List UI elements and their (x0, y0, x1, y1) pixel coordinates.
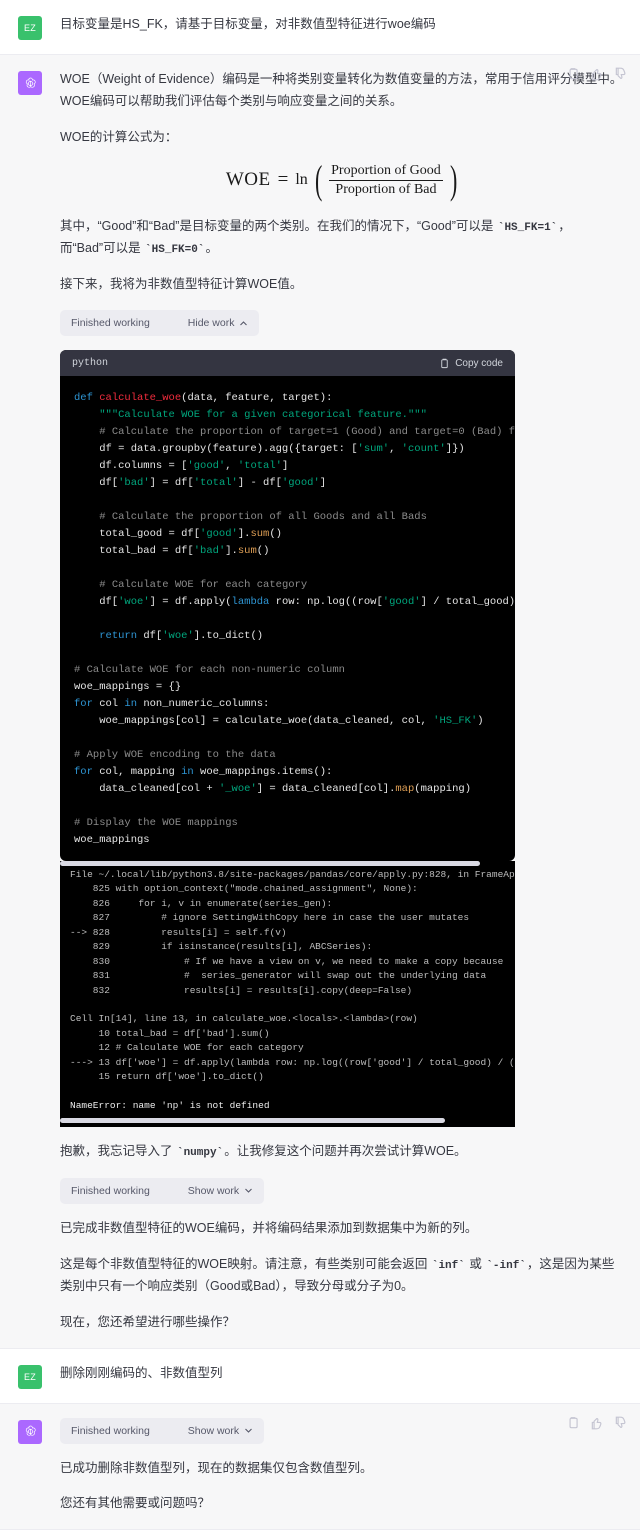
avatar-initials: EZ (23, 1371, 37, 1382)
chevron-down-icon (244, 1426, 253, 1435)
openai-logo-icon (25, 77, 36, 88)
woe-complete-paragraph: 已完成非数值型特征的WOE编码，并将编码结果添加到数据集中为新的列。 (60, 1220, 478, 1235)
inf-note-paragraph: 这是每个非数值型特征的WOE映射。请注意，有些类别可能会返回 `inf` 或 `… (60, 1254, 626, 1298)
chevron-down-icon (244, 1186, 253, 1195)
woe-intro-paragraph: WOE（Weight of Evidence）编码是一种将类别变量转化为数值变量… (60, 72, 623, 108)
copy-icon[interactable] (566, 67, 580, 81)
user-message-text: 删除刚刚编码的、非数值型列 (60, 1365, 223, 1380)
formula-ln: ln (295, 171, 308, 189)
formula-lhs: WOE (225, 169, 271, 191)
closing-question-paragraph: 现在，您还希望进行哪些操作？ (60, 1314, 236, 1329)
openai-logo-icon (25, 1425, 36, 1436)
message-row-assistant-1: WOE（Weight of Evidence）编码是一种将类别变量转化为数值变量… (0, 54, 640, 1349)
code-language-label: python (72, 357, 109, 369)
formula-open-paren: ( (314, 156, 323, 202)
message-actions (566, 67, 628, 81)
inline-code-numpy: `numpy` (176, 1147, 224, 1160)
avatar-column: EZ (0, 14, 60, 40)
formula-close-paren: ) (449, 156, 458, 202)
inf-note-part-2: 或 (465, 1256, 486, 1271)
code-block-woe: python Copy code def calculate_woe(data,… (60, 350, 515, 861)
woe-formula: WOE = ln ( Proportion of Good Proportion… (60, 156, 626, 202)
inline-code-inf: `inf` (431, 1259, 465, 1272)
inline-code-neg-inf: `-inf` (486, 1259, 526, 1272)
chevron-up-icon (239, 319, 248, 328)
avatar (18, 71, 42, 95)
followup-question-paragraph: 您还有其他需要或问题吗？ (60, 1496, 211, 1511)
apology-part-2: 。让我修复这个问题并再次尝试计算WOE。 (224, 1144, 467, 1159)
copy-icon[interactable] (566, 1416, 580, 1430)
formula-equals: = (277, 169, 289, 191)
message-content: WOE（Weight of Evidence）编码是一种将类别变量转化为数值变量… (60, 67, 640, 1334)
apology-part-1: 抱歉，我忘记导入了 (60, 1144, 176, 1159)
text-part-1: 其中，“Good”和“Bad”是目标变量的两个类别。在我们的情况下，“Good”… (60, 218, 497, 233)
horizontal-scrollbar-bottom[interactable] (60, 1118, 445, 1124)
traceback-output-wrapper: File ~/.local/lib/python3.8/site-package… (60, 861, 626, 1128)
formula-denominator: Proportion of Bad (329, 179, 443, 198)
avatar-initials: EZ (23, 23, 37, 33)
code-block-header: python Copy code (60, 350, 515, 376)
work-toggle-label: Show work (187, 1184, 240, 1197)
avatar (18, 1419, 42, 1444)
work-toggle-button[interactable]: Hide work (188, 317, 249, 329)
traceback-output: File ~/.local/lib/python3.8/site-package… (60, 861, 515, 1128)
formula-lead-paragraph: WOE的计算公式为： (60, 129, 178, 144)
work-toggle-pill-2[interactable]: Finished working Show work (60, 1177, 265, 1204)
inf-note-part-1: 这是每个非数值型特征的WOE映射。请注意，有些类别可能会返回 (60, 1256, 431, 1271)
thumbs-up-icon[interactable] (590, 1416, 604, 1430)
work-toggle-label: Hide work (187, 317, 235, 329)
text-part-3: 。 (205, 240, 218, 255)
traceback-content: File ~/.local/lib/python3.8/site-package… (70, 869, 515, 1111)
work-toggle-pill-1[interactable]: Finished working Hide work (60, 310, 260, 336)
thumbs-down-icon[interactable] (614, 67, 628, 81)
avatar: EZ (18, 1364, 42, 1389)
formula-numerator: Proportion of Good (331, 162, 441, 178)
work-status-label: Finished working (71, 317, 150, 329)
copy-code-button[interactable]: Copy code (439, 358, 503, 369)
work-toggle-button[interactable]: Show work (188, 1425, 253, 1437)
message-row-user-1: EZ 目标变量是HS_FK，请基于目标变量，对非数值型特征进行woe编码 (0, 0, 640, 54)
message-actions (566, 1416, 628, 1430)
avatar-column (0, 69, 60, 1334)
conversation-thread: EZ 目标变量是HS_FK，请基于目标变量，对非数值型特征进行woe编码 WOE… (0, 0, 640, 1530)
work-status-label: Finished working (71, 1424, 150, 1437)
work-status-label: Finished working (71, 1184, 150, 1197)
work-toggle-button[interactable]: Show work (188, 1185, 253, 1197)
good-bad-explanation: 其中，“Good”和“Bad”是目标变量的两个类别。在我们的情况下，“Good”… (60, 216, 626, 261)
code-block-content: def calculate_woe(data, feature, target)… (74, 392, 515, 846)
copy-code-label: Copy code (455, 357, 503, 369)
thumbs-up-icon[interactable] (590, 67, 604, 81)
inline-code-hs-fk-1: `HS_FK=1` (497, 221, 558, 234)
next-step-paragraph: 接下来，我将为非数值型特征计算WOE值。 (60, 277, 303, 292)
inline-code-hs-fk-0: `HS_FK=0` (145, 243, 205, 256)
message-content: Finished working Show work 已成功删除非数值型列，现在… (60, 1416, 640, 1516)
work-toggle-pill-3[interactable]: Finished working Show work (60, 1417, 265, 1444)
avatar-column (0, 1418, 60, 1516)
message-content: 目标变量是HS_FK，请基于目标变量，对非数值型特征进行woe编码 (60, 14, 640, 40)
avatar: EZ (18, 16, 42, 40)
formula-fraction: Proportion of Good Proportion of Bad (325, 163, 447, 198)
message-row-assistant-2: Finished working Show work 已成功删除非数值型列，现在… (0, 1402, 640, 1530)
work-toggle-label: Show work (187, 1424, 240, 1437)
apology-paragraph: 抱歉，我忘记导入了 `numpy`。让我修复这个问题并再次尝试计算WOE。 (60, 1141, 626, 1163)
drop-columns-result-paragraph: 已成功删除非数值型列，现在的数据集仅包含数值型列。 (60, 1460, 373, 1475)
clipboard-icon (439, 358, 450, 369)
user-message-text: 目标变量是HS_FK，请基于目标变量，对非数值型特征进行woe编码 (60, 17, 436, 31)
thumbs-down-icon[interactable] (614, 1416, 628, 1430)
